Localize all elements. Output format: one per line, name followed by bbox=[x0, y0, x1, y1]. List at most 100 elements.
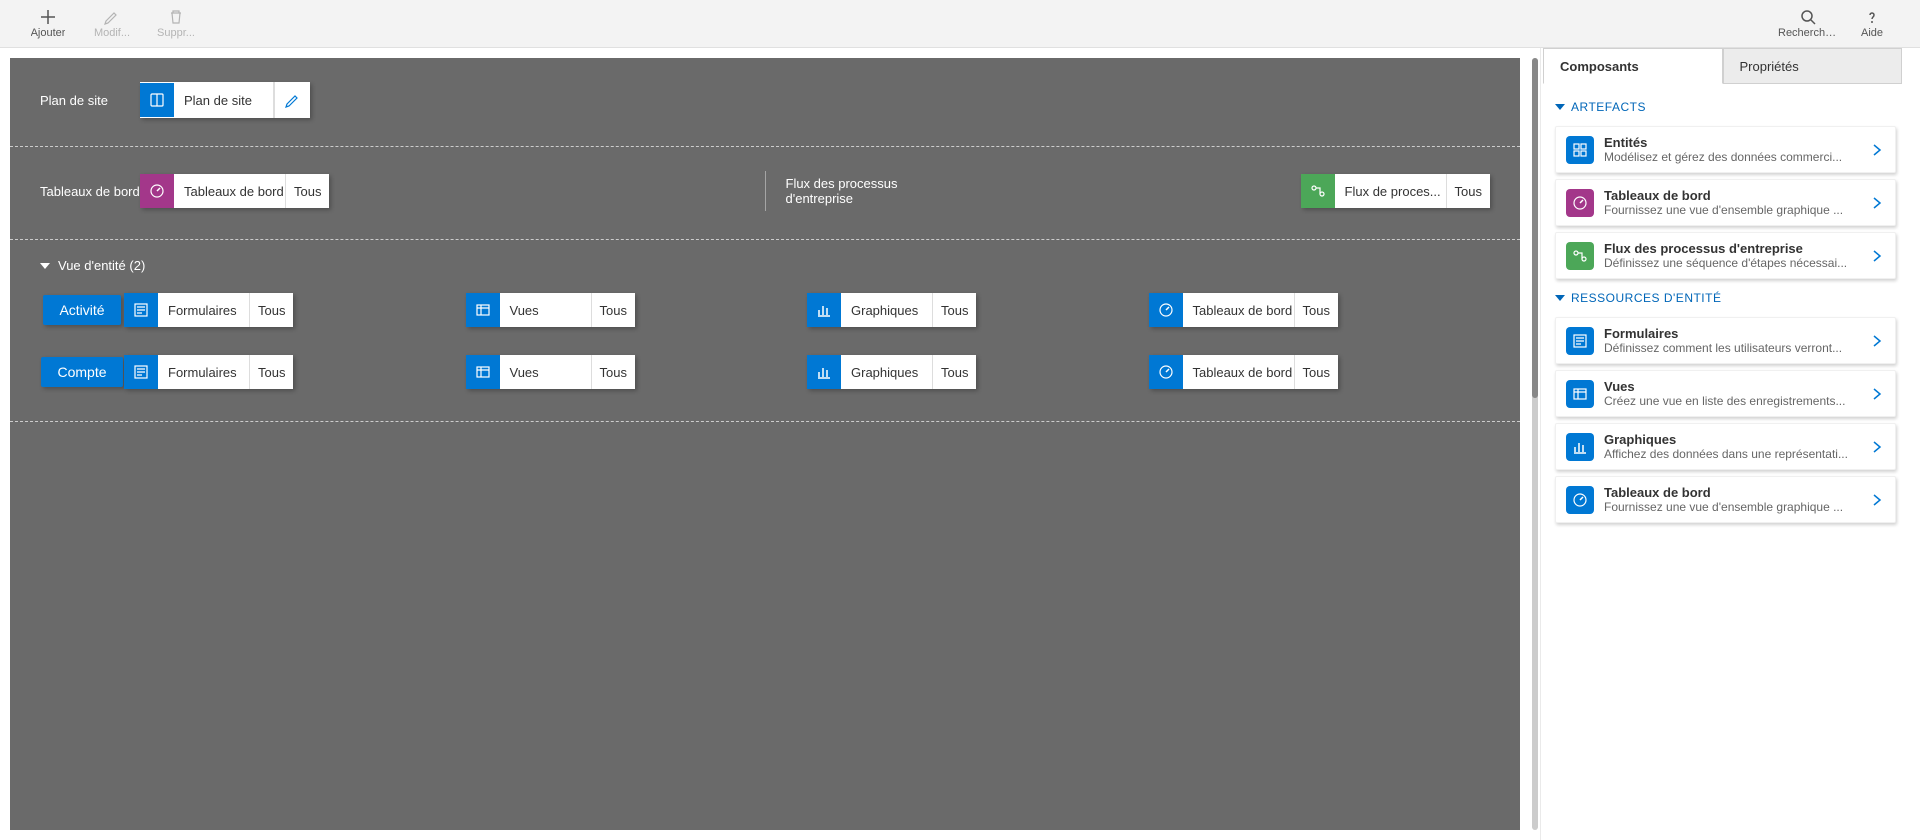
component-card[interactable]: Tableaux de bordFournissez une vue d'ens… bbox=[1555, 476, 1896, 523]
delete-label: Suppr... bbox=[157, 27, 195, 39]
tile-label: Vues bbox=[500, 293, 592, 327]
book-icon bbox=[140, 83, 174, 117]
delete-button: Suppr... bbox=[144, 4, 208, 44]
tile-label: Formulaires bbox=[158, 293, 250, 327]
entity-item-tile[interactable]: FormulairesTous bbox=[124, 355, 293, 389]
component-card[interactable]: VuesCréez une vue en liste des enregistr… bbox=[1555, 370, 1896, 417]
entity-button[interactable]: Activité bbox=[43, 295, 121, 325]
chevron-right-icon bbox=[1861, 492, 1885, 508]
bpf-section-label: Flux des processus d'entreprise bbox=[780, 176, 960, 206]
form-icon bbox=[1566, 327, 1594, 355]
tab-properties[interactable]: Propriétés bbox=[1723, 48, 1903, 84]
chevron-right-icon bbox=[1861, 195, 1885, 211]
card-description: Créez une vue en liste des enregistremen… bbox=[1604, 394, 1861, 408]
dash-icon bbox=[1149, 293, 1183, 327]
gauge-icon bbox=[140, 174, 174, 208]
scrollbar[interactable] bbox=[1532, 58, 1538, 830]
help-icon bbox=[1864, 9, 1880, 25]
trash-icon bbox=[168, 9, 184, 25]
component-card[interactable]: Flux des processus d'entrepriseDéfinisse… bbox=[1555, 232, 1896, 279]
flow-icon bbox=[1301, 174, 1335, 208]
card-title: Graphiques bbox=[1604, 432, 1861, 447]
component-card[interactable]: EntitésModélisez et gérez des données co… bbox=[1555, 126, 1896, 173]
sidebar: Composants Propriétés ARTEFACTS EntitésMo… bbox=[1540, 48, 1920, 840]
card-title: Vues bbox=[1604, 379, 1861, 394]
bpf-badge: Tous bbox=[1447, 174, 1490, 208]
card-title: Flux des processus d'entreprise bbox=[1604, 241, 1861, 256]
chart-icon bbox=[1566, 433, 1594, 461]
view-icon bbox=[466, 355, 500, 389]
card-description: Fournissez une vue d'ensemble graphique … bbox=[1604, 203, 1861, 217]
entity-icon bbox=[1566, 136, 1594, 164]
sidebar-group-header[interactable]: ARTEFACTS bbox=[1553, 94, 1898, 120]
sitemap-tile[interactable]: Plan de site bbox=[140, 82, 310, 118]
chevron-right-icon bbox=[1861, 248, 1885, 264]
entity-section-header[interactable]: Vue d'entité (2) bbox=[10, 240, 1520, 279]
tile-badge: Tous bbox=[1295, 293, 1338, 327]
dashboards-row: Tableaux de bord Tableaux de bord Tous F… bbox=[10, 147, 1520, 240]
form-icon bbox=[124, 355, 158, 389]
sitemap-section-label: Plan de site bbox=[40, 93, 140, 108]
view-icon bbox=[466, 293, 500, 327]
chevron-right-icon bbox=[1861, 142, 1885, 158]
component-card[interactable]: Tableaux de bordFournissez une vue d'ens… bbox=[1555, 179, 1896, 226]
tile-badge: Tous bbox=[592, 293, 635, 327]
add-button[interactable]: Ajouter bbox=[16, 4, 80, 44]
edit-label: Modif... bbox=[94, 27, 130, 39]
chevron-right-icon bbox=[1861, 386, 1885, 402]
tile-label: Tableaux de bord bbox=[1183, 355, 1295, 389]
entity-item-tile[interactable]: Tableaux de bordTous bbox=[1149, 293, 1338, 327]
entity-button[interactable]: Compte bbox=[41, 357, 122, 387]
card-title: Tableaux de bord bbox=[1604, 485, 1861, 500]
tile-badge: Tous bbox=[250, 293, 293, 327]
dash-icon bbox=[1566, 189, 1594, 217]
group-title: RESSOURCES D'ENTITÉ bbox=[1571, 291, 1721, 305]
search-icon bbox=[1800, 9, 1816, 25]
canvas-area: Plan de site Plan de site Tableaux de bo… bbox=[0, 48, 1540, 840]
tile-badge: Tous bbox=[933, 293, 976, 327]
sidebar-group-header[interactable]: RESSOURCES D'ENTITÉ bbox=[1553, 285, 1898, 311]
chevron-down-icon bbox=[1555, 104, 1565, 110]
card-description: Définissez une séquence d'étapes nécessa… bbox=[1604, 256, 1861, 270]
card-title: Formulaires bbox=[1604, 326, 1861, 341]
entity-section-label: Vue d'entité (2) bbox=[58, 258, 145, 273]
pencil-icon bbox=[104, 9, 120, 25]
dash-icon bbox=[1149, 355, 1183, 389]
toolbar: Ajouter Modif... Suppr... Rechercher d..… bbox=[0, 0, 1920, 48]
dashboards-section-label: Tableaux de bord bbox=[40, 184, 140, 199]
entity-item-tile[interactable]: GraphiquesTous bbox=[807, 293, 976, 327]
bpf-tile-label: Flux de proces... bbox=[1335, 174, 1447, 208]
entity-item-tile[interactable]: VuesTous bbox=[466, 293, 635, 327]
chevron-down-icon bbox=[40, 263, 50, 269]
dashboards-tile[interactable]: Tableaux de bord Tous bbox=[140, 174, 329, 208]
help-button[interactable]: Aide bbox=[1840, 4, 1904, 44]
edit-sitemap-icon[interactable] bbox=[274, 82, 310, 118]
entity-item-tile[interactable]: GraphiquesTous bbox=[807, 355, 976, 389]
tile-label: Vues bbox=[500, 355, 592, 389]
dashboards-badge: Tous bbox=[286, 174, 329, 208]
help-label: Aide bbox=[1861, 27, 1883, 39]
chart-icon bbox=[807, 293, 841, 327]
search-label: Rechercher d... bbox=[1778, 27, 1838, 39]
dashboards-tile-label: Tableaux de bord bbox=[174, 174, 286, 208]
card-description: Modélisez et gérez des données commerci.… bbox=[1604, 150, 1861, 164]
search-button[interactable]: Rechercher d... bbox=[1776, 4, 1840, 44]
plus-icon bbox=[40, 9, 56, 25]
entity-item-tile[interactable]: Tableaux de bordTous bbox=[1149, 355, 1338, 389]
tab-components[interactable]: Composants bbox=[1543, 48, 1723, 84]
entity-item-tile[interactable]: VuesTous bbox=[466, 355, 635, 389]
card-title: Entités bbox=[1604, 135, 1861, 150]
sidebar-tabs: Composants Propriétés bbox=[1543, 48, 1902, 84]
bpf-icon bbox=[1566, 242, 1594, 270]
component-card[interactable]: FormulairesDéfinissez comment les utilis… bbox=[1555, 317, 1896, 364]
vertical-separator bbox=[765, 171, 766, 211]
tile-badge: Tous bbox=[592, 355, 635, 389]
designer-canvas[interactable]: Plan de site Plan de site Tableaux de bo… bbox=[10, 58, 1520, 830]
sitemap-tile-label: Plan de site bbox=[174, 82, 274, 118]
component-card[interactable]: GraphiquesAffichez des données dans une … bbox=[1555, 423, 1896, 470]
form-icon bbox=[124, 293, 158, 327]
entity-item-tile[interactable]: FormulairesTous bbox=[124, 293, 293, 327]
view-icon bbox=[1566, 380, 1594, 408]
tile-label: Graphiques bbox=[841, 293, 933, 327]
bpf-tile[interactable]: Flux de proces... Tous bbox=[1301, 174, 1490, 208]
